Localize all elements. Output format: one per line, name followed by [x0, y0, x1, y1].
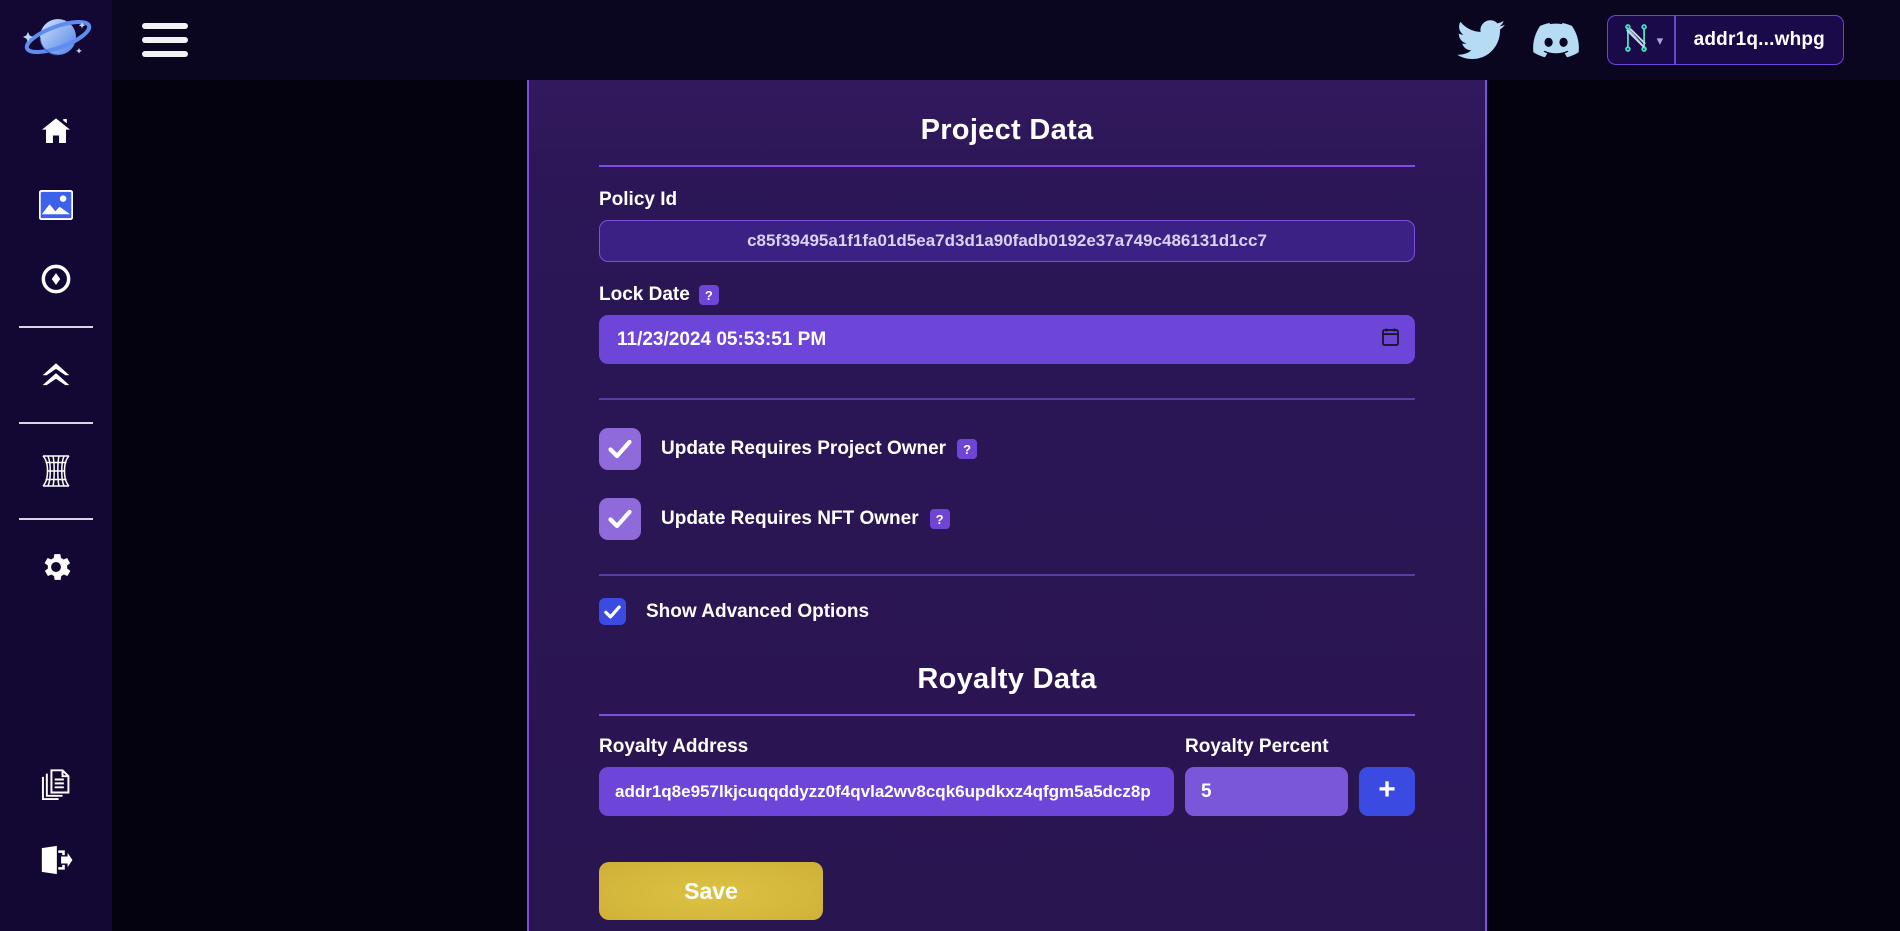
save-button[interactable]: Save [599, 862, 823, 920]
content-scroll-area[interactable]: Project Data Policy Id c85f39495a1f1fa01… [112, 80, 1900, 931]
policy-id-value: c85f39495a1f1fa01d5ea7d3d1a90fadb0192e37… [599, 220, 1415, 262]
compass-eye-icon [40, 263, 72, 295]
checkbox-label-advanced: Show Advanced Options [646, 600, 870, 622]
check-mark-icon [608, 509, 632, 529]
topbar-right-group: ▾ addr1q...whpg [1456, 15, 1844, 65]
policy-id-field: Policy Id c85f39495a1f1fa01d5ea7d3d1a90f… [599, 189, 1415, 262]
checkbox-show-advanced-options[interactable] [599, 598, 626, 625]
sidebar-item-settings[interactable] [28, 539, 84, 595]
plus-icon: + [1378, 773, 1396, 806]
sidebar-item-gallery[interactable] [28, 177, 84, 233]
sidebar [0, 0, 112, 931]
check-mark-icon [608, 439, 632, 459]
lock-date-value: 11/23/2024 05:53:51 PM [617, 328, 827, 350]
royalty-address-label: Royalty Address [599, 736, 749, 757]
twitter-bird-icon[interactable] [1456, 20, 1505, 60]
royalty-address-col: Royalty Address addr1q8e957lkjcuqqddyzz0… [599, 736, 1174, 816]
royalty-data-rule [599, 714, 1415, 716]
gear-icon [38, 549, 74, 585]
royalty-percent-label: Royalty Percent [1185, 736, 1329, 757]
lock-date-help-icon[interactable]: ? [698, 285, 719, 305]
checkbox-row-project-owner[interactable]: Update Requires Project Owner ? [599, 428, 1415, 470]
sign-out-icon [39, 844, 73, 876]
check-mark-icon [604, 604, 621, 619]
nami-wallet-icon [1621, 23, 1651, 58]
hamburger-menu-icon[interactable] [142, 23, 188, 57]
lock-date-input[interactable]: 11/23/2024 05:53:51 PM [599, 315, 1415, 364]
checkbox-label-nft-owner: Update Requires NFT Owner ? [661, 508, 950, 530]
add-royalty-button[interactable]: + [1359, 767, 1415, 816]
royalty-percent-input[interactable]: 5 [1185, 767, 1348, 816]
policy-id-label: Policy Id [599, 189, 678, 210]
main-region: ▾ addr1q...whpg Project Data Policy Id c… [112, 0, 1900, 931]
project-data-title: Project Data [920, 114, 1094, 146]
image-icon [39, 190, 73, 220]
project-owner-help-icon[interactable]: ? [957, 439, 978, 459]
checkbox-row-nft-owner[interactable]: Update Requires NFT Owner ? [599, 498, 1415, 540]
chevron-down-icon[interactable]: ▾ [1657, 34, 1664, 47]
sidebar-item-explore[interactable] [28, 251, 84, 307]
documents-icon [40, 769, 72, 803]
double-chevron-up-icon [39, 359, 73, 391]
royalty-data-title: Royalty Data [917, 663, 1097, 695]
nft-owner-help-icon[interactable]: ? [929, 509, 950, 529]
saturn-planet-logo[interactable] [8, 6, 104, 68]
sidebar-item-documents[interactable] [28, 758, 84, 814]
sidebar-item-sign-out[interactable] [28, 832, 84, 888]
checkbox-label-project-owner: Update Requires Project Owner ? [661, 438, 978, 460]
sidebar-divider-3 [19, 518, 93, 520]
calendar-icon[interactable] [1382, 327, 1399, 352]
sidebar-item-upgrade[interactable] [28, 347, 84, 403]
sidebar-item-home[interactable] [28, 103, 84, 159]
lock-date-label: Lock Date ? [599, 284, 1415, 306]
sidebar-bottom-group [28, 749, 84, 931]
royalty-fields-row: Royalty Address addr1q8e957lkjcuqqddyzz0… [599, 736, 1415, 816]
wallet-address[interactable]: addr1q...whpg [1676, 29, 1843, 51]
checkbox-row-advanced[interactable]: Show Advanced Options [599, 598, 1415, 625]
sidebar-divider-1 [19, 326, 93, 328]
options-divider-top [599, 398, 1415, 400]
sidebar-item-wormhole[interactable] [28, 443, 84, 499]
options-divider-bottom [599, 574, 1415, 576]
royalty-percent-col: Royalty Percent 5 [1185, 736, 1348, 816]
royalty-address-input[interactable]: addr1q8e957lkjcuqqddyzz0f4qvla2wv8cqk6up… [599, 767, 1174, 816]
wallet-provider[interactable]: ▾ [1608, 16, 1675, 64]
discord-icon[interactable] [1532, 22, 1579, 58]
checkbox-update-requires-project-owner[interactable] [599, 428, 641, 470]
project-data-rule [599, 165, 1415, 167]
app-root: ▾ addr1q...whpg Project Data Policy Id c… [0, 0, 1900, 931]
wallet-button[interactable]: ▾ addr1q...whpg [1606, 15, 1844, 65]
home-icon [39, 115, 73, 147]
topbar: ▾ addr1q...whpg [112, 0, 1900, 80]
checkbox-update-requires-nft-owner[interactable] [599, 498, 641, 540]
wormhole-grid-icon [36, 454, 76, 488]
lock-date-field: Lock Date ? 11/23/2024 05:53:51 PM [599, 284, 1415, 364]
sidebar-divider-2 [19, 422, 93, 424]
project-settings-card: Project Data Policy Id c85f39495a1f1fa01… [527, 80, 1487, 931]
